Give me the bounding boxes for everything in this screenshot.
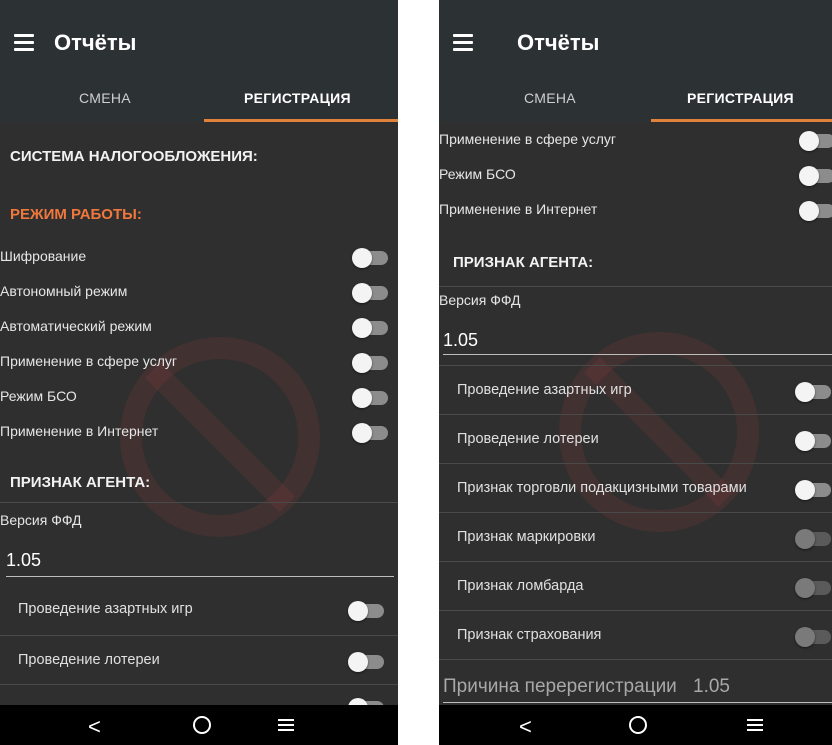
toggle-switch[interactable] [348, 601, 384, 621]
toggle-switch[interactable] [795, 480, 831, 500]
tab-registration[interactable]: РЕГИСТРАЦИЯ [244, 90, 351, 106]
toggle-switch[interactable] [352, 248, 388, 268]
ffd-version-label: Версия ФФД [0, 512, 82, 528]
recent-apps-icon[interactable] [278, 719, 294, 731]
toggle-label: Применение в сфере услуг [0, 353, 178, 369]
reregistration-underline [443, 702, 832, 703]
page-title: Отчёты [517, 30, 600, 55]
card-row-marking[interactable]: Признак маркировки [439, 513, 832, 561]
app-bar: Отчёты СМЕНА РЕГИСТРАЦИЯ [439, 0, 832, 122]
section-agent-heading: ПРИЗНАК АГЕНТА: [453, 254, 594, 271]
toggle-row-encryption[interactable]: Шифрование [0, 244, 398, 274]
section-taxation-heading: СИСТЕМА НАЛОГООБЛОЖЕНИЯ: [10, 148, 258, 165]
toggle-row-autonomous[interactable]: Автономный режим [0, 279, 398, 309]
card-label: Признак ломбарда [457, 578, 584, 594]
system-nav-bar: < [0, 705, 398, 745]
tab-smena[interactable]: СМЕНА [79, 90, 131, 106]
phone-screen-right: Отчёты СМЕНА РЕГИСТРАЦИЯ Применение в сф… [439, 0, 832, 745]
settings-list: СИСТЕМА НАЛОГООБЛОЖЕНИЯ: РЕЖИМ РАБОТЫ: Ш… [0, 122, 398, 705]
divider [439, 659, 832, 660]
section-agent-heading: ПРИЗНАК АГЕНТА: [10, 474, 151, 491]
settings-list: Применение в сфере услуг Режим БСО Приме… [439, 122, 832, 705]
card-label: Проведение лотереи [457, 431, 599, 447]
home-icon[interactable] [629, 716, 647, 734]
toggle-switch[interactable] [352, 353, 388, 373]
card-label: Проведение азартных игр [18, 601, 193, 617]
card-label: Проведение лотереи [18, 652, 160, 668]
toggle-switch[interactable] [352, 283, 388, 303]
ffd-version-field[interactable]: 1.05 [443, 330, 478, 351]
page-title: Отчёты [54, 30, 137, 55]
toggle-switch[interactable] [352, 318, 388, 338]
tab-smena[interactable]: СМЕНА [524, 90, 576, 106]
toggle-row-internet[interactable]: Применение в Интернет [0, 419, 398, 449]
divider [439, 286, 832, 287]
back-icon[interactable]: < [519, 714, 532, 740]
card-row-lottery[interactable]: Проведение лотереи [0, 636, 398, 684]
app-bar: Отчёты СМЕНА РЕГИСТРАЦИЯ [0, 0, 398, 122]
section-work-mode-heading: РЕЖИМ РАБОТЫ: [10, 206, 142, 223]
ffd-version-label: Версия ФФД [439, 292, 521, 308]
card-row-gambling[interactable]: Проведение азартных игр [439, 366, 832, 414]
ffd-version-field[interactable]: 1.05 [6, 550, 41, 571]
toggle-switch[interactable] [352, 388, 388, 408]
toggle-label: Применение в Интернет [439, 201, 598, 217]
card-row-partial[interactable] [0, 685, 398, 705]
toggle-row-bso[interactable]: Режим БСО [0, 384, 398, 414]
toggle-row-automatic[interactable]: Автоматический режим [0, 314, 398, 344]
card-row-insurance[interactable]: Признак страхования [439, 611, 832, 659]
toggle-row-internet[interactable]: Применение в Интернет [439, 197, 832, 227]
toggle-switch[interactable] [352, 423, 388, 443]
toggle-label: Применение в сфере услуг [439, 131, 617, 147]
ffd-version-underline [443, 354, 832, 355]
hamburger-menu-icon[interactable] [453, 34, 473, 51]
toggle-switch[interactable] [795, 529, 831, 549]
toggle-switch[interactable] [799, 201, 832, 221]
ffd-version-underline [6, 576, 394, 577]
card-label: Признак торговли подакцизными товарами [457, 480, 747, 496]
toggle-row-bso[interactable]: Режим БСО [439, 162, 832, 192]
home-icon[interactable] [193, 716, 211, 734]
system-nav-bar: < [439, 705, 832, 745]
toggle-switch[interactable] [799, 166, 832, 186]
tab-registration[interactable]: РЕГИСТРАЦИЯ [687, 90, 794, 106]
toggle-label: Автоматический режим [0, 318, 152, 334]
toggle-label: Автономный режим [0, 283, 128, 299]
toggle-switch[interactable] [795, 382, 831, 402]
toggle-switch[interactable] [795, 578, 831, 598]
divider [0, 502, 398, 503]
reregistration-reason-label: Причина перерегистрации [443, 676, 677, 697]
card-label: Признак страхования [457, 627, 602, 643]
toggle-label: Режим БСО [439, 166, 516, 182]
hamburger-menu-icon[interactable] [14, 34, 34, 51]
toggle-switch[interactable] [348, 652, 384, 672]
card-row-excise[interactable]: Признак торговли подакцизными товарами [439, 464, 832, 512]
toggle-switch[interactable] [799, 131, 832, 151]
phone-screen-left: Отчёты СМЕНА РЕГИСТРАЦИЯ СИСТЕМА НАЛОГОО… [0, 0, 398, 745]
toggle-label: Режим БСО [0, 388, 77, 404]
back-icon[interactable]: < [88, 714, 101, 740]
card-row-lottery[interactable]: Проведение лотереи [439, 415, 832, 463]
recent-apps-icon[interactable] [747, 719, 763, 731]
toggle-row-services[interactable]: Применение в сфере услуг [0, 349, 398, 379]
toggle-label: Шифрование [0, 248, 87, 264]
card-label: Проведение азартных игр [457, 382, 632, 398]
toggle-label: Применение в Интернет [0, 423, 159, 439]
toggle-switch[interactable] [795, 431, 831, 451]
reregistration-reason-value[interactable]: 1.05 [693, 676, 730, 698]
card-row-gambling[interactable]: Проведение азартных игр [0, 587, 398, 635]
card-row-pawnshop[interactable]: Признак ломбарда [439, 562, 832, 610]
toggle-switch[interactable] [795, 627, 831, 647]
toggle-row-services[interactable]: Применение в сфере услуг [439, 127, 832, 157]
card-label: Признак маркировки [457, 529, 596, 545]
